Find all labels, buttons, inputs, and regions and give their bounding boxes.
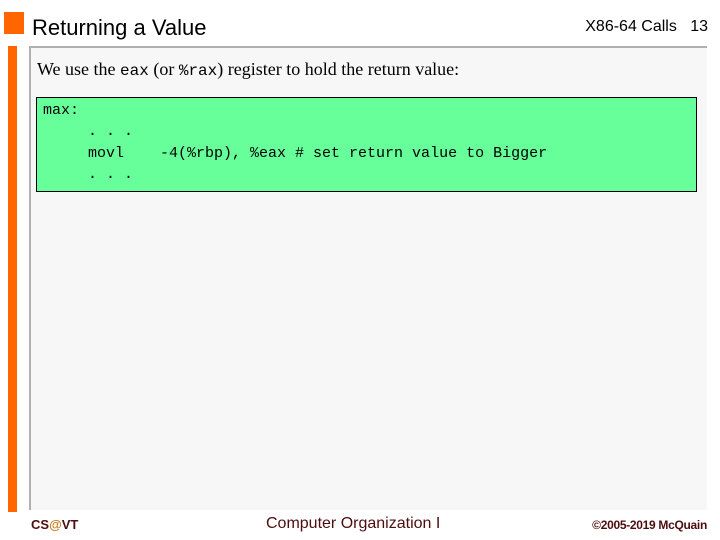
intro-part: ) register to hold the return value: — [217, 59, 460, 79]
footer-org-prefix: CS — [31, 517, 50, 532]
register-rax: %rax — [178, 62, 218, 80]
footer-course-name: Computer Organization I — [266, 515, 441, 532]
intro-text: We use the eax (or %rax) register to hol… — [37, 57, 459, 83]
footer-org-suffix: VT — [61, 517, 79, 532]
page-number: 13 — [690, 18, 708, 35]
section-label: X86-64 Calls — [585, 18, 677, 35]
title-square-decoration — [4, 12, 24, 34]
code-line: . . . — [43, 166, 134, 183]
slide-title: Returning a Value — [32, 15, 207, 40]
footer-org-logo: CS@VT — [31, 517, 78, 532]
footer-copyright: ©2005-2019 McQuain — [592, 518, 707, 532]
code-line: max: — [43, 102, 80, 119]
intro-part: We use the — [37, 59, 121, 79]
footer-org-at: @ — [49, 517, 62, 532]
accent-bar — [8, 46, 17, 512]
code-line: . . . — [43, 123, 134, 140]
intro-part: (or — [148, 59, 179, 79]
code-line: movl -4(%rbp), %eax # set return value t… — [43, 145, 548, 162]
code-block: max: . . . movl -4(%rbp), %eax # set ret… — [36, 97, 697, 192]
register-eax: eax — [120, 62, 149, 80]
slide-header-right: X86-64 Calls 13 — [585, 16, 708, 38]
